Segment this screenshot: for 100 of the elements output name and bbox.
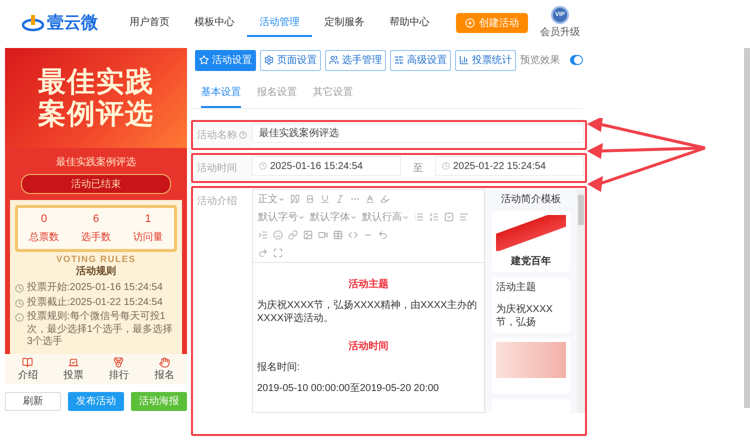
range-separator: 至 bbox=[412, 162, 424, 175]
bottom-nav-item[interactable]: 排行 bbox=[108, 356, 129, 382]
template-caption: 建党百年 bbox=[510, 255, 552, 268]
content-heading: 活动时间 bbox=[348, 340, 388, 353]
stat-label: 选手数 bbox=[81, 230, 111, 244]
sub-tab[interactable]: 其它设置 bbox=[313, 82, 353, 108]
toolbar-icon[interactable] bbox=[459, 212, 469, 222]
toolbar-icon[interactable] bbox=[429, 212, 439, 222]
start-time-input[interactable]: 2025-01-16 15:24:54 bbox=[252, 156, 401, 176]
hand-icon bbox=[158, 356, 170, 368]
template-card[interactable] bbox=[492, 338, 570, 394]
template-card[interactable]: 建党百年 bbox=[492, 211, 570, 272]
sub-tab[interactable]: 报名设置 bbox=[257, 82, 297, 108]
clock-icon bbox=[15, 284, 24, 293]
bottom-nav-item[interactable]: 报名 bbox=[154, 356, 174, 382]
toolbar-icon[interactable] bbox=[305, 194, 315, 204]
ballot-icon bbox=[68, 356, 79, 368]
name-input[interactable]: 最佳实践案例评选 bbox=[252, 123, 584, 143]
caret-icon bbox=[298, 214, 305, 220]
template-panel-title: 活动简介模板 bbox=[501, 192, 561, 206]
format-dropdown[interactable]: 默认字体 bbox=[310, 210, 357, 224]
stat-value: 6 bbox=[92, 213, 100, 225]
info-icon bbox=[15, 313, 24, 322]
clock-icon bbox=[442, 162, 450, 170]
sliders-icon bbox=[394, 55, 404, 65]
preview-toggle[interactable] bbox=[570, 55, 583, 65]
logo-text: 壹云微 bbox=[47, 12, 98, 34]
end-time-input[interactable]: 2025-01-22 15:24:54 bbox=[435, 156, 584, 176]
stat-label: 访问量 bbox=[133, 230, 163, 244]
content-paragraph: 2019-05-10 00:00:00至2019-05-20 20:00 bbox=[257, 382, 440, 395]
toolbar-icon[interactable] bbox=[414, 212, 424, 222]
rule-text: 投票开始:2025-01-16 15:24:54 bbox=[27, 282, 163, 294]
content-heading: 活动主题 bbox=[348, 277, 388, 291]
rules-title: 活动规则 bbox=[76, 264, 116, 278]
sub-tab[interactable]: 基本设置 bbox=[201, 82, 241, 108]
toolbar-icon[interactable] bbox=[335, 194, 345, 204]
rule-text: 投票规则:每个微信号每天可投1次，最少选择1个选手，最多选择3个选手 bbox=[27, 311, 174, 348]
nav-tab[interactable]: 用户首页 bbox=[117, 8, 182, 36]
clock-icon bbox=[15, 298, 24, 308]
settings-tab[interactable]: 投票统计 bbox=[455, 50, 516, 70]
toolbar-icon[interactable] bbox=[288, 230, 298, 240]
caret-icon bbox=[402, 214, 409, 220]
toolbar-icon[interactable] bbox=[303, 230, 313, 240]
stat-value: 1 bbox=[144, 213, 152, 225]
toolbar-icon[interactable] bbox=[258, 230, 268, 240]
toolbar-icon[interactable] bbox=[444, 212, 454, 222]
field-label: 活动名称 bbox=[194, 123, 252, 147]
users-icon bbox=[329, 55, 339, 65]
preview-action-button[interactable]: 发布活动 bbox=[68, 392, 124, 410]
caret-icon bbox=[278, 196, 285, 202]
toolbar-icon[interactable] bbox=[333, 230, 343, 240]
clock-icon bbox=[259, 162, 267, 170]
bottom-nav-item[interactable]: 投票 bbox=[63, 356, 84, 382]
settings-tab[interactable]: 页面设置 bbox=[260, 50, 321, 70]
preview-action-button[interactable]: 刷新 bbox=[5, 392, 61, 410]
status-ribbon: 活动已结束 bbox=[21, 174, 171, 194]
toolbar-icon[interactable] bbox=[273, 248, 283, 258]
toolbar-icon[interactable] bbox=[348, 230, 358, 240]
nav-tab[interactable]: 定制服务 bbox=[312, 8, 377, 36]
content-paragraph: 为庆祝XXXX节，弘扬XXXX精神，由XXXX主办的XXXX评选活动。 bbox=[257, 299, 478, 325]
photo-placeholder bbox=[496, 342, 566, 378]
help-icon bbox=[239, 131, 247, 139]
bottom-nav-item[interactable]: 介绍 bbox=[18, 356, 38, 382]
format-dropdown[interactable]: 默认行高 bbox=[362, 210, 409, 224]
vip-upgrade-label[interactable]: 会员升级 bbox=[540, 25, 580, 39]
bar-chart-icon bbox=[459, 55, 469, 65]
book-icon bbox=[22, 356, 34, 368]
banner-title: 案例评选 bbox=[38, 98, 154, 130]
toolbar-icon[interactable] bbox=[320, 194, 330, 204]
activity-title: 最佳实践案例评选 bbox=[56, 156, 136, 169]
medal-icon bbox=[113, 356, 124, 368]
toolbar-icon[interactable] bbox=[258, 248, 268, 258]
field-label: 活动介绍 bbox=[196, 195, 238, 209]
toolbar-icon[interactable] bbox=[290, 194, 300, 204]
settings-tab[interactable]: 高级设置 bbox=[390, 50, 451, 70]
nav-tab[interactable]: 模板中心 bbox=[182, 8, 247, 36]
template-card[interactable]: 活动主题 为庆祝XXXX节，弘扬 bbox=[492, 277, 570, 333]
format-dropdown[interactable]: 默认字号 bbox=[258, 210, 305, 224]
stat-label: 总票数 bbox=[29, 230, 59, 244]
toolbar-icon[interactable] bbox=[378, 230, 388, 240]
template-title: 活动主题 bbox=[496, 281, 537, 294]
format-dropdown[interactable]: 正文 bbox=[258, 192, 285, 206]
stat-value: 0 bbox=[40, 213, 48, 225]
settings-tab[interactable]: 活动设置 bbox=[195, 50, 256, 70]
rule-text: 投票截止:2025-01-22 15:24:54 bbox=[27, 296, 163, 309]
caret-icon bbox=[350, 214, 357, 220]
field-label: 活动时间 bbox=[194, 156, 252, 180]
star-icon bbox=[199, 55, 209, 65]
toolbar-icon[interactable] bbox=[380, 194, 390, 204]
toolbar-icon[interactable] bbox=[318, 230, 328, 240]
settings-tab[interactable]: 选手管理 bbox=[325, 50, 386, 70]
template-excerpt: 为庆祝XXXX节，弘扬 bbox=[496, 303, 554, 329]
nav-tab[interactable]: 活动管理 bbox=[247, 8, 312, 36]
banner-title: 最佳实践 bbox=[38, 66, 154, 98]
plus-icon bbox=[465, 18, 475, 28]
toolbar-icon[interactable] bbox=[273, 230, 283, 240]
nav-tab[interactable]: 帮助中心 bbox=[377, 8, 442, 36]
content-paragraph: 报名时间: bbox=[257, 361, 301, 374]
toolbar-icon[interactable] bbox=[365, 194, 375, 204]
rules-backdrop-text: VOTING RULES bbox=[56, 255, 136, 264]
